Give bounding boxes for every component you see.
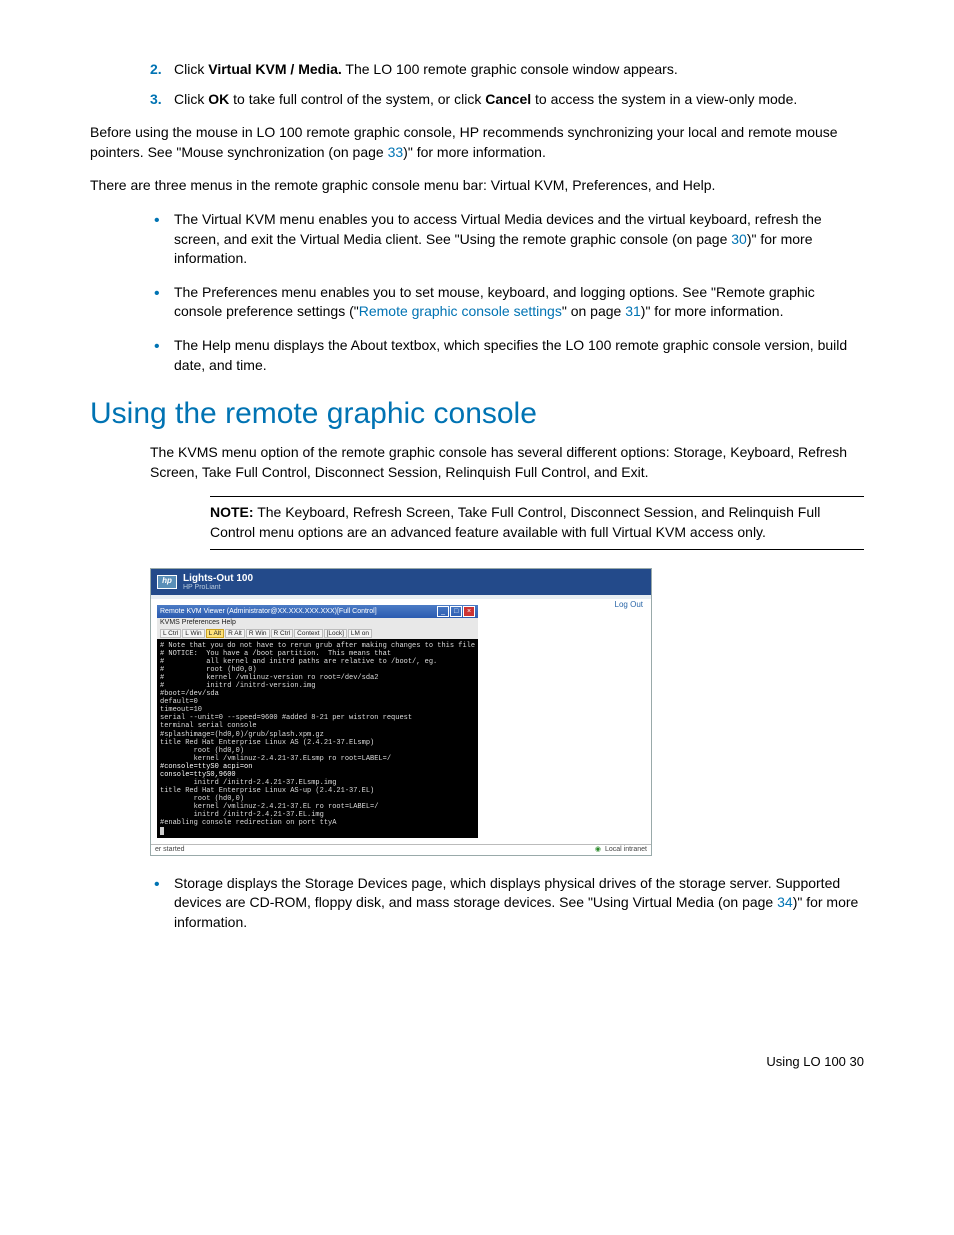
toolbar-button[interactable]: L Win (182, 629, 204, 638)
kvm-toolbar: L CtrlL WinL AltR AltR WinR CtrlContext[… (157, 628, 478, 639)
minimize-icon[interactable]: _ (437, 606, 449, 617)
console-output: # Note that you do not have to rerun gru… (157, 639, 478, 838)
toolbar-button[interactable]: R Alt (225, 629, 245, 638)
close-icon[interactable]: × (463, 606, 475, 617)
step-number: 2. (150, 60, 162, 80)
bullet-preferences: The Preferences menu enables you to set … (150, 283, 864, 322)
kvm-menu-bar[interactable]: KVMS Preferences Help (157, 618, 478, 628)
step-text: The LO 100 remote graphic console window… (342, 61, 678, 77)
app-titlebar: hp Lights-Out 100 HP ProLiant (151, 569, 651, 596)
kvm-window-titlebar: Remote KVM Viewer (Administrator@XX.XXX.… (157, 605, 478, 618)
paragraph: Before using the mouse in LO 100 remote … (90, 123, 864, 162)
toolbar-button[interactable]: R Ctrl (271, 629, 294, 638)
bullet-help: The Help menu displays the About textbox… (150, 336, 864, 375)
kvm-window-title: Remote KVM Viewer (Administrator@XX.XXX.… (160, 608, 377, 616)
step-number: 3. (150, 90, 162, 110)
status-right: Local intranet (605, 846, 647, 854)
toolbar-button[interactable]: Context (294, 629, 322, 638)
toolbar-button[interactable]: [Lock] (324, 629, 347, 638)
page-link[interactable]: 31 (625, 303, 641, 319)
toolbar-button[interactable]: L Ctrl (160, 629, 181, 638)
app-title: Lights-Out 100 (183, 573, 253, 584)
note-box: NOTE: The Keyboard, Refresh Screen, Take… (210, 496, 864, 549)
logout-link[interactable]: Log Out (615, 601, 643, 610)
kvm-window: Remote KVM Viewer (Administrator@XX.XXX.… (157, 605, 478, 838)
hp-logo-icon: hp (157, 575, 177, 589)
page-link[interactable]: 30 (731, 231, 747, 247)
page-footer: Using LO 100 30 (90, 1053, 864, 1071)
toolbar-button[interactable]: L Alt (206, 629, 224, 638)
section-heading: Using the remote graphic console (90, 393, 864, 435)
step-3: 3. Click OK to take full control of the … (150, 90, 864, 110)
menu-bullet-list: The Virtual KVM menu enables you to acce… (150, 210, 864, 375)
bullet-virtual-kvm: The Virtual KVM menu enables you to acce… (150, 210, 864, 269)
paragraph: There are three menus in the remote grap… (90, 176, 864, 196)
intranet-zone-icon: ◉ (595, 846, 601, 854)
section-intro: The KVMS menu option of the remote graph… (150, 443, 864, 482)
bullet-storage: Storage displays the Storage Devices pag… (150, 874, 864, 933)
step-bold: Cancel (485, 91, 531, 107)
after-screenshot-bullets: Storage displays the Storage Devices pag… (150, 874, 864, 933)
toolbar-button[interactable]: LM on (348, 629, 372, 638)
note-label: NOTE: (210, 504, 254, 520)
cross-ref-link[interactable]: Remote graphic console settings (359, 303, 562, 319)
toolbar-button[interactable]: R Win (246, 629, 270, 638)
status-left: er started (155, 846, 185, 854)
step-text: to access the system in a view-only mode… (531, 91, 797, 107)
step-text: Click (174, 61, 208, 77)
step-bold: Virtual KVM / Media. (208, 61, 342, 77)
browser-status-bar: er started ◉ Local intranet (151, 844, 651, 855)
page-link[interactable]: 33 (388, 144, 404, 160)
step-text: to take full control of the system, or c… (229, 91, 485, 107)
screenshot-lights-out-console: hp Lights-Out 100 HP ProLiant Remote KVM… (150, 568, 652, 856)
numbered-steps: 2. Click Virtual KVM / Media. The LO 100… (150, 60, 864, 109)
step-2: 2. Click Virtual KVM / Media. The LO 100… (150, 60, 864, 80)
step-text: Click (174, 91, 208, 107)
page-link[interactable]: 34 (777, 894, 793, 910)
note-text: The Keyboard, Refresh Screen, Take Full … (210, 504, 820, 540)
window-buttons: _□× (436, 606, 475, 617)
step-bold: OK (208, 91, 229, 107)
app-subtitle: HP ProLiant (183, 584, 253, 592)
maximize-icon[interactable]: □ (450, 606, 462, 617)
